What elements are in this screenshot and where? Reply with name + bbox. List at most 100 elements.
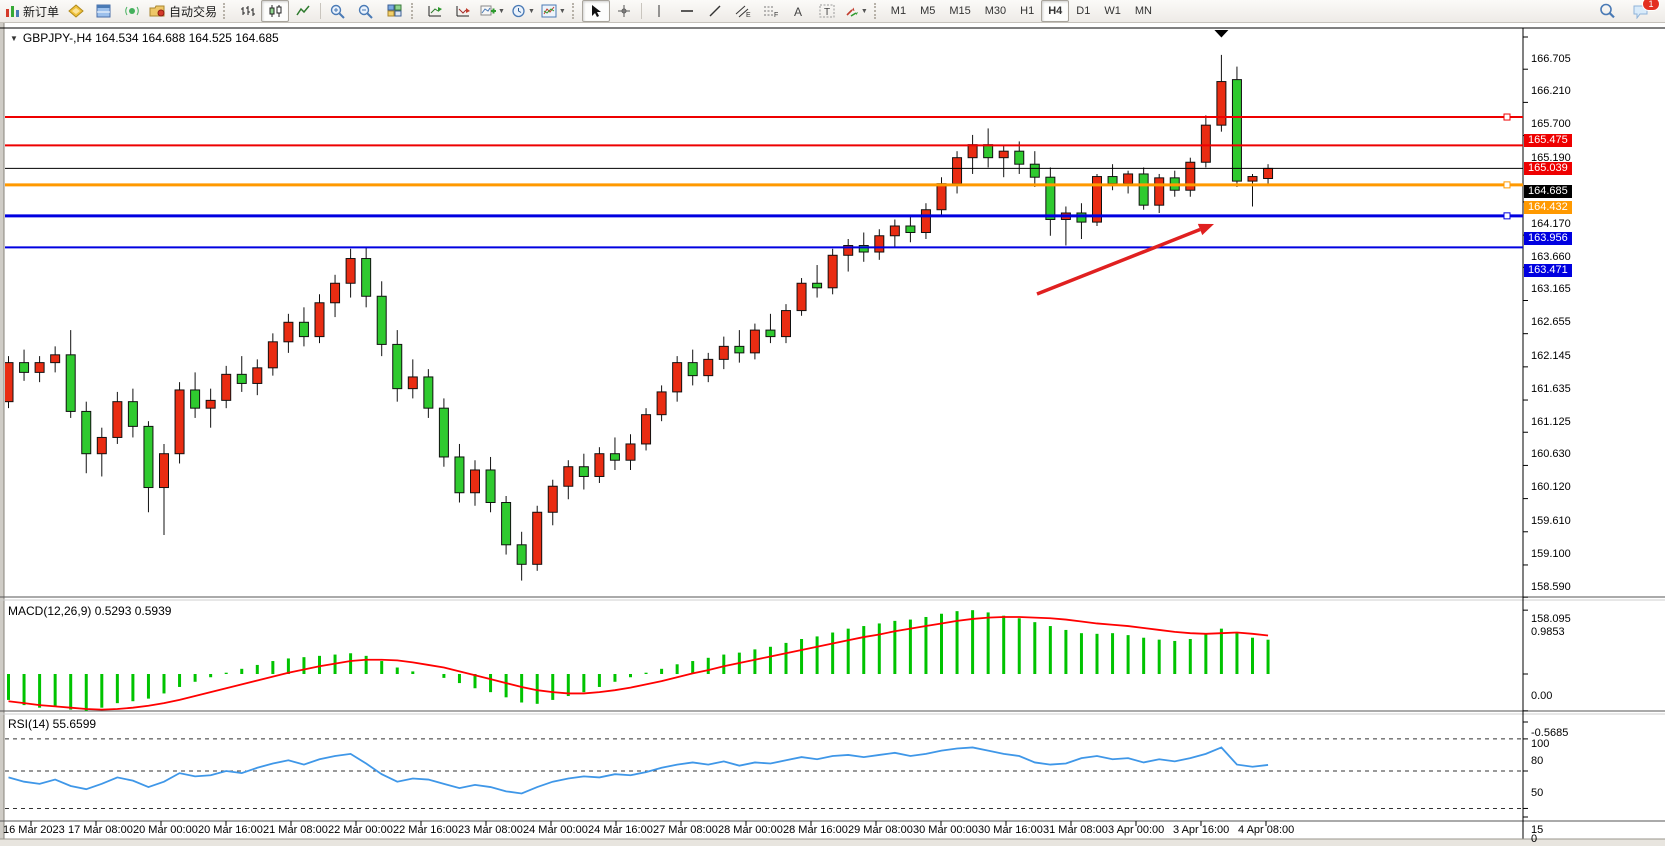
timeframe-m5-button[interactable]: M5 bbox=[913, 0, 942, 22]
time-axis-label: 23 Mar 08:00 bbox=[458, 824, 523, 836]
time-axis-label: 22 Mar 00:00 bbox=[328, 824, 393, 836]
line-chart-icon bbox=[296, 4, 311, 18]
fibonacci-tool-button[interactable]: F bbox=[757, 0, 785, 22]
timeframe-m15-button[interactable]: M15 bbox=[942, 0, 977, 22]
timeframe-h1-button[interactable]: H1 bbox=[1013, 0, 1041, 22]
crosshair-tool-button[interactable] bbox=[610, 0, 638, 22]
chart-window: ▼ GBPJPY-,H4 164.534 164.688 164.525 164… bbox=[0, 23, 1665, 846]
rsi-indicator-label: RSI(14) 55.6599 bbox=[8, 717, 96, 731]
timeframe-m30-button[interactable]: M30 bbox=[978, 0, 1013, 22]
time-axis-label: 24 Mar 00:00 bbox=[523, 824, 588, 836]
price-level-badge: 163.956 bbox=[1524, 232, 1572, 245]
text-label-tool-button[interactable]: T bbox=[813, 0, 841, 22]
notifications-button[interactable]: 1 bbox=[1627, 0, 1655, 22]
svg-text:E: E bbox=[746, 12, 751, 18]
charts-profile-button[interactable] bbox=[62, 0, 90, 22]
bar-chart-icon bbox=[240, 4, 255, 18]
time-axis-label: 28 Mar 00:00 bbox=[718, 824, 783, 836]
svg-text:T: T bbox=[824, 7, 830, 18]
timeframe-h4-button[interactable]: H4 bbox=[1041, 0, 1069, 22]
vertical-line-icon bbox=[653, 4, 665, 18]
arrows-icon bbox=[844, 4, 859, 18]
vertical-line-tool-button[interactable] bbox=[645, 0, 673, 22]
toolbar-grip[interactable] bbox=[874, 3, 880, 19]
toolbar-grip[interactable] bbox=[572, 3, 578, 19]
time-axis-label: 4 Apr 08:00 bbox=[1238, 824, 1294, 836]
price-tick-label: 160.120 bbox=[1531, 481, 1571, 493]
rsi-tick-label: 0 bbox=[1531, 833, 1537, 845]
svg-text:A: A bbox=[794, 5, 802, 18]
line-chart-button[interactable] bbox=[289, 0, 317, 22]
timeframe-d1-button[interactable]: D1 bbox=[1069, 0, 1097, 22]
bar-chart-button[interactable] bbox=[233, 0, 261, 22]
new-order-button[interactable]: 新订单 bbox=[2, 0, 62, 22]
level-handle[interactable] bbox=[1504, 213, 1510, 219]
indicator-window-down-button[interactable] bbox=[449, 0, 477, 22]
crosshair-icon bbox=[617, 4, 631, 18]
zoom-out-button[interactable] bbox=[352, 0, 380, 22]
toolbar-grip[interactable] bbox=[411, 3, 417, 19]
price-tick-label: 160.630 bbox=[1531, 448, 1571, 460]
notification-count-badge: 1 bbox=[1642, 0, 1660, 11]
price-tick-label: 161.125 bbox=[1531, 416, 1571, 428]
cursor-tool-button[interactable] bbox=[582, 0, 610, 22]
tile-windows-button[interactable] bbox=[380, 0, 408, 22]
price-tick-label: 158.590 bbox=[1531, 581, 1571, 593]
cursor-icon bbox=[589, 4, 602, 18]
time-axis-label: 30 Mar 00:00 bbox=[913, 824, 978, 836]
price-level-badge: 165.475 bbox=[1524, 134, 1572, 147]
chart-title-text: GBPJPY-,H4 164.534 164.688 164.525 164.6… bbox=[23, 31, 279, 45]
chart-title: ▼ GBPJPY-,H4 164.534 164.688 164.525 164… bbox=[10, 31, 279, 45]
candle bbox=[175, 382, 184, 463]
search-button[interactable] bbox=[1593, 0, 1621, 22]
trendline-tool-button[interactable] bbox=[701, 0, 729, 22]
chevron-down-icon: ▼ bbox=[528, 8, 535, 15]
price-tick-label: 164.170 bbox=[1531, 218, 1571, 230]
toolbar-separator bbox=[320, 3, 321, 19]
text-tool-button[interactable]: A bbox=[785, 0, 813, 22]
svg-text:F: F bbox=[774, 12, 778, 18]
zoom-in-button[interactable] bbox=[324, 0, 352, 22]
candle bbox=[1139, 167, 1148, 209]
periods-button[interactable]: ▼ bbox=[508, 0, 538, 22]
add-indicator-button[interactable]: ▼ bbox=[477, 0, 508, 22]
equidistant-channel-tool-button[interactable]: E bbox=[729, 0, 757, 22]
trendline-icon bbox=[708, 4, 722, 18]
time-axis-label: 20 Mar 16:00 bbox=[198, 824, 263, 836]
charts-profile-icon bbox=[68, 4, 84, 18]
clock-icon bbox=[511, 4, 526, 18]
timeframe-m1-button[interactable]: M1 bbox=[884, 0, 913, 22]
chevron-down-icon: ▼ bbox=[498, 8, 505, 15]
collapse-triangle-icon[interactable]: ▼ bbox=[10, 34, 18, 43]
arrows-tool-button[interactable]: ▼ bbox=[841, 0, 871, 22]
price-tick-label: 159.610 bbox=[1531, 515, 1571, 527]
candle bbox=[828, 249, 837, 295]
timeframe-w1-button[interactable]: W1 bbox=[1097, 0, 1128, 22]
add-indicator-icon bbox=[480, 4, 496, 18]
horizontal-line-tool-button[interactable] bbox=[673, 0, 701, 22]
level-handle[interactable] bbox=[1504, 114, 1510, 120]
time-axis-label: 24 Mar 16:00 bbox=[588, 824, 653, 836]
timeframe-mn-button[interactable]: MN bbox=[1128, 0, 1159, 22]
macd-tick-label: 0.9853 bbox=[1531, 626, 1565, 638]
time-axis-label: 16 Mar 2023 bbox=[3, 824, 65, 836]
signals-icon bbox=[124, 4, 140, 18]
signals-button[interactable] bbox=[118, 0, 146, 22]
candlestick-chart-button[interactable] bbox=[261, 0, 289, 22]
zoom-out-icon bbox=[358, 4, 374, 19]
auto-trading-button[interactable]: 自动交易 bbox=[146, 0, 220, 22]
zoom-in-icon bbox=[330, 4, 346, 19]
time-axis-label: 28 Mar 16:00 bbox=[783, 824, 848, 836]
chart-canvas[interactable] bbox=[0, 23, 1665, 846]
templates-button[interactable]: ▼ bbox=[538, 0, 569, 22]
candlestick-chart-icon bbox=[268, 4, 283, 18]
search-icon bbox=[1599, 3, 1616, 19]
price-tick-label: 166.210 bbox=[1531, 85, 1571, 97]
indicator-window-up-button[interactable] bbox=[421, 0, 449, 22]
chevron-down-icon: ▼ bbox=[861, 8, 868, 15]
toolbar-grip[interactable] bbox=[223, 3, 229, 19]
data-window-button[interactable] bbox=[90, 0, 118, 22]
time-axis-label: 21 Mar 08:00 bbox=[263, 824, 328, 836]
new-order-label: 新订单 bbox=[23, 3, 59, 20]
level-handle[interactable] bbox=[1504, 182, 1510, 188]
